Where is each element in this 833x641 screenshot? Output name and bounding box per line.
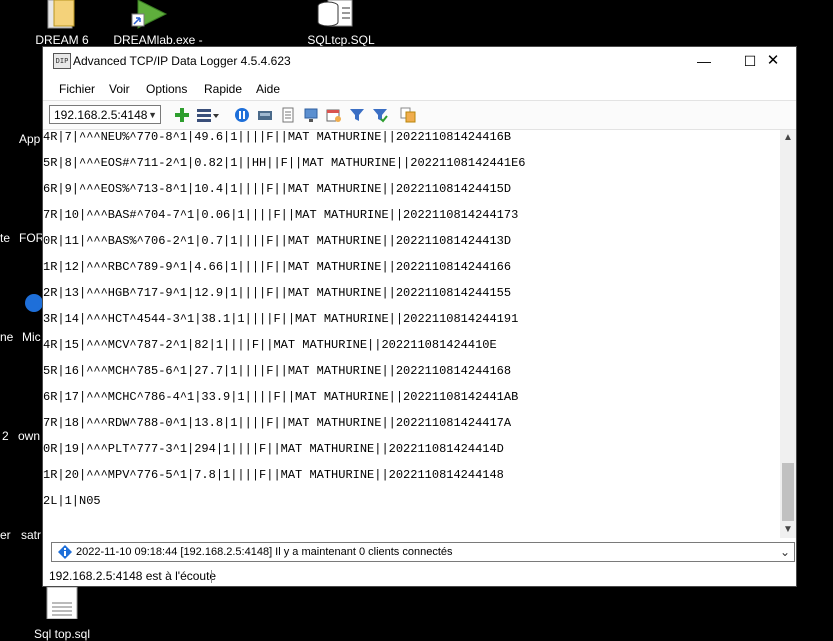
menu-aide[interactable]: Aide [256,82,280,96]
status-bar: 192.168.2.5:4148 est à l'écoute [43,567,796,586]
sql-file-icon [317,0,353,27]
connection-value: 192.168.2.5:4148 [54,108,148,122]
event-log-select[interactable]: 2022-11-10 09:18:44 [192.168.2.5:4148] I… [51,542,795,562]
log-line: 2R|13|^^^HGB^717-9^1|12.9|1||||F||MAT MA… [43,286,512,300]
log-line: 6R|17|^^^MCHC^786-4^1|33.9|1||||F||MAT M… [43,390,519,404]
calendar-icon[interactable] [326,107,342,123]
menu-bar: Fichier Voir Options Rapide Aide [43,77,796,99]
add-icon[interactable] [174,107,190,123]
document-icon[interactable] [280,107,296,123]
minimize-button[interactable]: — [681,47,727,75]
vertical-scrollbar[interactable]: ▲ ▼ [780,130,796,538]
list-menu-icon[interactable] [196,107,220,123]
menu-voir[interactable]: Voir [109,82,130,96]
desktop-label: Mic [22,330,41,344]
log-line: 1R|20|^^^MPV^776-5^1|7.8|1||||F||MAT MAT… [43,468,504,482]
connection-select[interactable]: 192.168.2.5:4148 ▼ [49,105,161,124]
close-button[interactable]: ✕ [750,47,796,75]
desktop-app-icon [25,294,43,312]
log-line: 5R|8|^^^EOS#^711-2^1|0.82|1||HH||F||MAT … [43,156,526,170]
dreamlab-icon [131,0,168,29]
desktop-label: 2 [2,429,9,443]
desktop-icon-sqltop[interactable]: Sql top.sql [30,587,94,641]
app-window: DIP Advanced TCP/IP Data Logger 4.5.4.62… [42,46,797,587]
event-log-text: 2022-11-10 09:18:44 [192.168.2.5:4148] I… [76,546,453,558]
scroll-down-icon[interactable]: ▼ [780,522,796,538]
folder-icon [47,0,75,29]
desktop-icon-sqltcp[interactable]: SQLtcp.SQL [300,0,382,47]
log-line: 1R|12|^^^RBC^789-9^1|4.66|1||||F||MAT MA… [43,260,512,274]
scroll-thumb[interactable] [782,463,794,521]
desktop-label: er [0,528,11,542]
desktop-label: App [19,132,41,146]
log-line: 7R|18|^^^RDW^788-0^1|13.8|1||||F||MAT MA… [43,416,512,430]
desktop-icon-label: DREAM 6 [35,33,89,47]
log-line: 5R|16|^^^MCH^785-6^1|27.7|1||||F||MAT MA… [43,364,512,378]
log-line: 0R|19|^^^PLT^777-3^1|294|1||||F||MAT MAT… [43,442,504,456]
filter-check-icon[interactable] [372,107,388,123]
menu-rapide[interactable]: Rapide [204,82,242,96]
desktop-label: FOR [19,231,45,245]
desktop-icon-label: Sql top.sql [33,627,91,641]
chevron-down-icon: ▼ [148,110,157,120]
status-divider [211,570,212,583]
log-line: 2L|1|N05 [43,494,101,508]
network-card-icon[interactable] [257,107,273,123]
desktop-icon-dreamlab[interactable]: DREAMlab.exe - [108,0,208,47]
status-text: 192.168.2.5:4148 est à l'écoute [49,569,217,583]
monitor-icon[interactable] [303,107,319,123]
chevron-down-icon: ⌄ [779,545,790,559]
desktop-icon-dream6[interactable]: DREAM 6 [30,0,94,47]
log-line: 6R|9|^^^EOS%^713-8^1|10.4|1||||F||MAT MA… [43,182,512,196]
filter-icon[interactable] [349,107,365,123]
log-line: 7R|10|^^^BAS#^704-7^1|0.06|1||||F||MAT M… [43,208,519,222]
desktop-label: ne [0,330,14,344]
title-bar[interactable]: DIP Advanced TCP/IP Data Logger 4.5.4.62… [43,47,796,75]
desktop-icon-label: SQLtcp.SQL [307,33,375,47]
menu-options[interactable]: Options [146,82,187,96]
toolbar: 192.168.2.5:4148 ▼ [43,100,796,130]
menu-fichier[interactable]: Fichier [59,82,95,96]
window-title: Advanced TCP/IP Data Logger 4.5.4.623 [73,54,291,68]
desktop-label: own [18,429,41,443]
desktop-icon-label: DREAMlab.exe - [113,33,203,47]
log-line: 4R|15|^^^MCV^787-2^1|82|1||||F||MAT MATH… [43,338,497,352]
info-icon [58,545,72,559]
copy-icon[interactable] [400,107,416,123]
pause-icon[interactable] [234,107,250,123]
sql-file-icon [46,587,78,619]
log-line: 0R|11|^^^BAS%^706-2^1|0.7|1||||F||MAT MA… [43,234,512,248]
desktop-label: satr [21,528,42,542]
log-view[interactable]: 4R|7|^^^NEU%^770-8^1|49.6|1||||F||MAT MA… [43,130,780,538]
desktop-label: te [0,231,11,245]
app-icon: DIP [53,53,71,69]
scroll-up-icon[interactable]: ▲ [780,130,796,146]
log-line: 4R|7|^^^NEU%^770-8^1|49.6|1||||F||MAT MA… [43,130,512,144]
log-line: 3R|14|^^^HCT^4544-3^1|38.1|1||||F||MAT M… [43,312,519,326]
